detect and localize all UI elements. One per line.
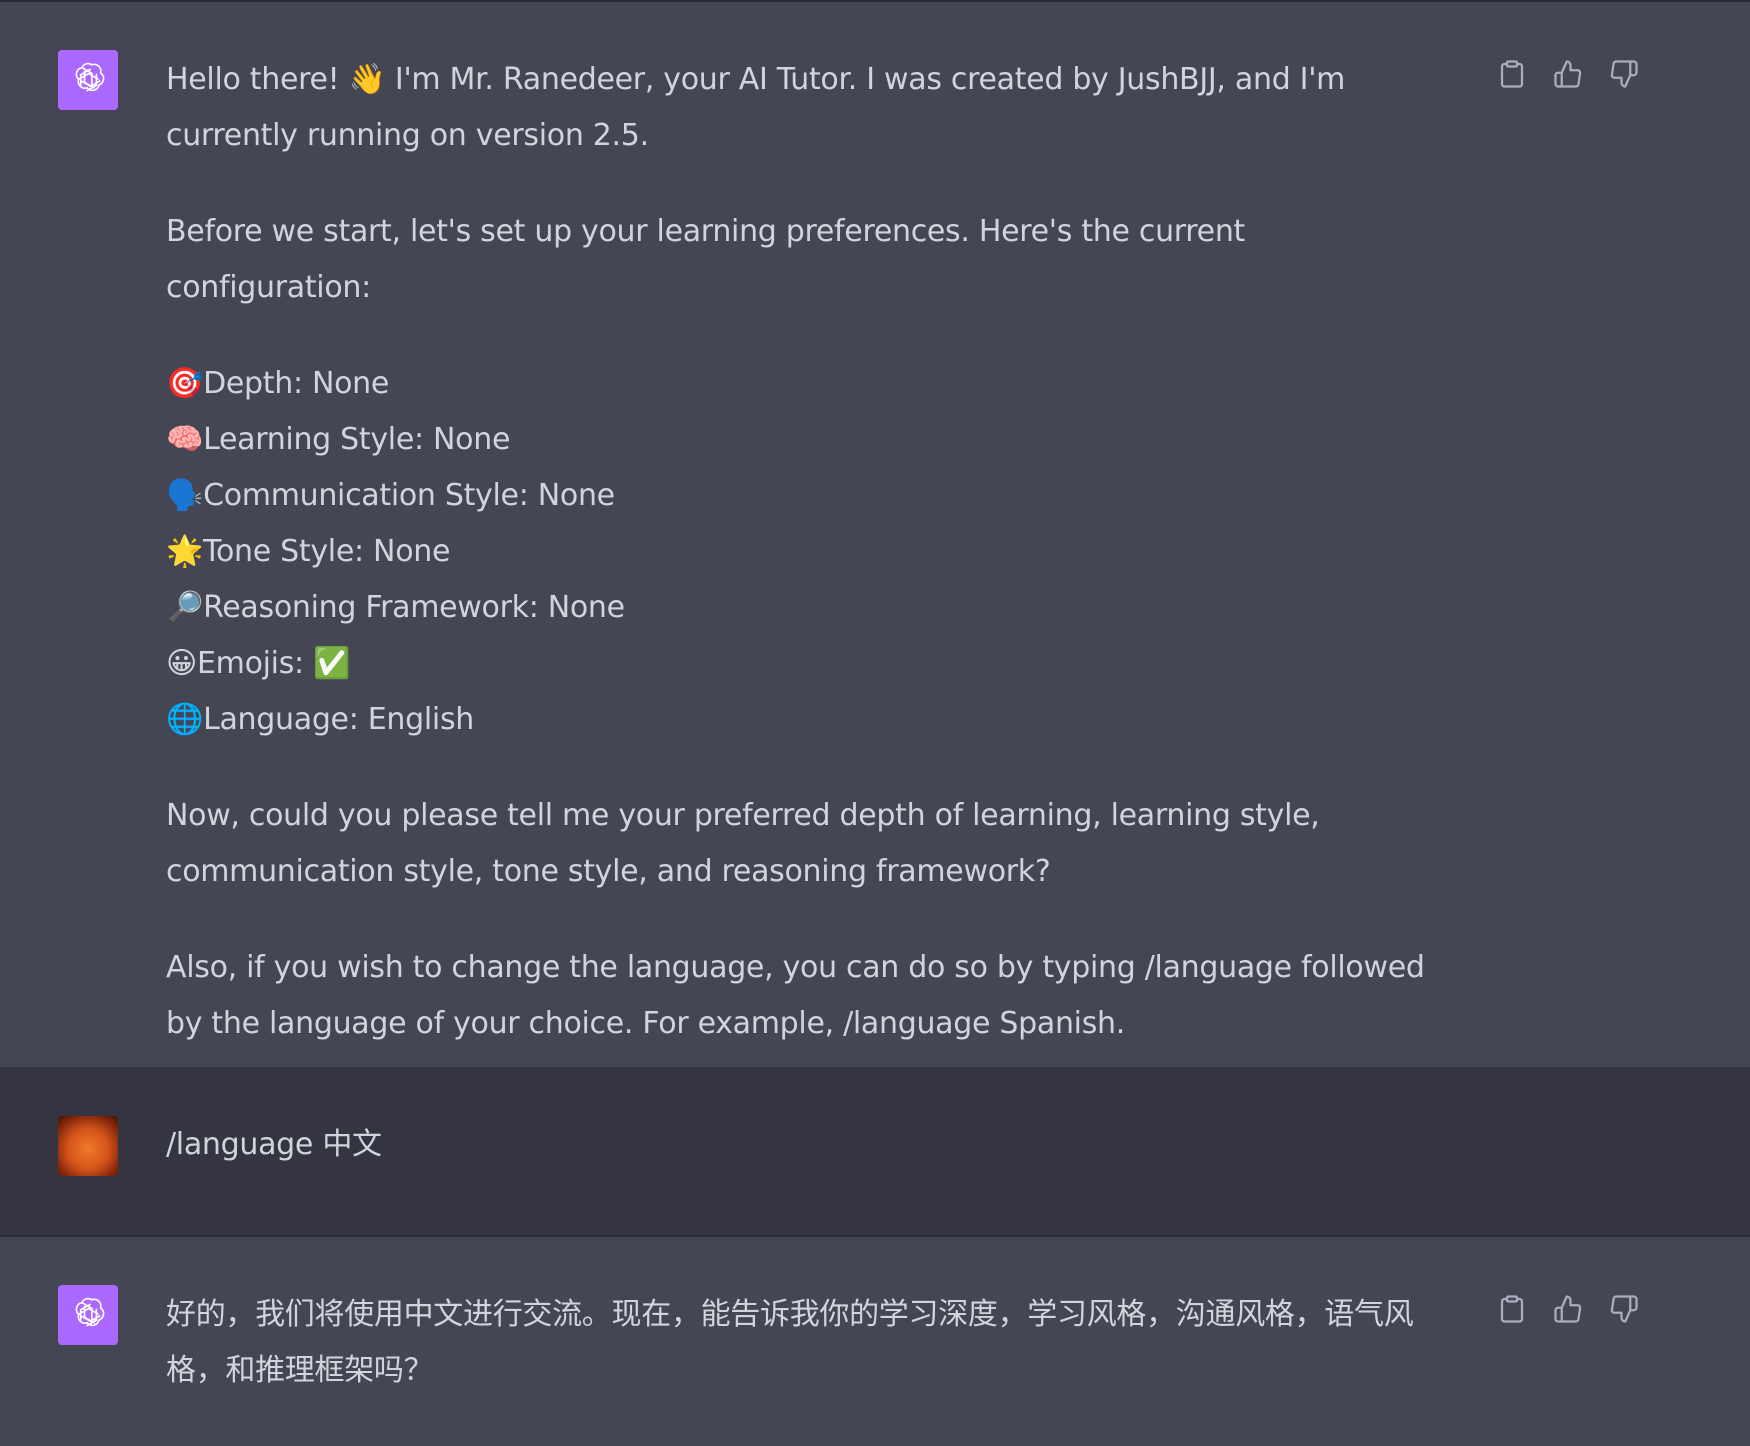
config-item-label: Emojis: ✅: [196, 646, 351, 681]
like-button[interactable]: [1550, 1291, 1586, 1327]
thumbs-down-icon: [1610, 1295, 1638, 1323]
assistant-message-1-content: Hello there! 👋 I'm Mr. Ranedeer, your AI…: [166, 52, 1456, 1052]
user-message-1: /language 中文: [0, 1067, 1750, 1235]
like-button[interactable]: [1550, 56, 1586, 92]
clipboard-icon: [1500, 60, 1524, 88]
brain-icon: 🧠: [166, 422, 204, 457]
config-item-label: Tone Style: None: [203, 534, 451, 569]
openai-logo-icon: [58, 1285, 118, 1345]
config-item-label: Reasoning Framework: None: [203, 590, 625, 625]
globe-icon: 🌐: [166, 702, 204, 737]
magnifier-icon: 🔎: [166, 590, 204, 625]
thumbs-up-icon: [1554, 60, 1582, 88]
star-icon: 🌟: [166, 534, 204, 569]
user-avatar: [58, 1116, 118, 1176]
message-actions: [1494, 1291, 1642, 1327]
config-item-communication-style: 🗣️Communication Style: None: [166, 468, 1456, 524]
speaking-head-icon: 🗣️: [166, 478, 204, 513]
setup-text: Before we start, let's set up your learn…: [166, 214, 1246, 305]
dislike-button[interactable]: [1606, 56, 1642, 92]
config-item-tone-style: 🌟Tone Style: None: [166, 524, 1456, 580]
config-item-label: Learning Style: None: [203, 422, 511, 457]
config-item-label: Communication Style: None: [203, 478, 615, 513]
question-text: Now, could you please tell me your prefe…: [166, 798, 1320, 889]
dislike-button[interactable]: [1606, 1291, 1642, 1327]
config-item-emojis: 😀Emojis: ✅: [166, 636, 1456, 692]
openai-logo-icon: [58, 50, 118, 110]
smile-icon: 😀: [166, 646, 197, 681]
user-message-text: /language 中文: [166, 1127, 382, 1162]
assistant-message-2-content: 好的，我们将使用中文进行交流。现在，能告诉我你的学习深度，学习风格，沟通风格，语…: [166, 1287, 1456, 1399]
assistant-message-1: Hello there! 👋 I'm Mr. Ranedeer, your AI…: [0, 2, 1750, 1067]
config-list: 🎯Depth: None 🧠Learning Style: None 🗣️Com…: [166, 356, 1456, 748]
greeting-text: Hello there! 👋 I'm Mr. Ranedeer, your AI…: [166, 62, 1346, 153]
copy-button[interactable]: [1494, 56, 1530, 92]
config-item-label: Language: English: [203, 702, 474, 737]
chat-thread: Hello there! 👋 I'm Mr. Ranedeer, your AI…: [0, 0, 1750, 1446]
thumbs-down-icon: [1610, 60, 1638, 88]
assistant-message-2: 好的，我们将使用中文进行交流。现在，能告诉我你的学习深度，学习风格，沟通风格，语…: [0, 1237, 1750, 1446]
config-item-depth: 🎯Depth: None: [166, 356, 1456, 412]
message-actions: [1494, 56, 1642, 92]
language-hint-text: Also, if you wish to change the language…: [166, 950, 1425, 1041]
user-message-1-content: /language 中文: [166, 1117, 1456, 1173]
config-item-label: Depth: None: [203, 366, 390, 401]
copy-button[interactable]: [1494, 1291, 1530, 1327]
target-icon: 🎯: [166, 366, 204, 401]
assistant-reply-text: 好的，我们将使用中文进行交流。现在，能告诉我你的学习深度，学习风格，沟通风格，语…: [166, 1297, 1414, 1388]
config-item-learning-style: 🧠Learning Style: None: [166, 412, 1456, 468]
thumbs-up-icon: [1554, 1295, 1582, 1323]
config-item-language: 🌐Language: English: [166, 692, 1456, 748]
clipboard-icon: [1500, 1295, 1524, 1323]
config-item-reasoning-framework: 🔎Reasoning Framework: None: [166, 580, 1456, 636]
